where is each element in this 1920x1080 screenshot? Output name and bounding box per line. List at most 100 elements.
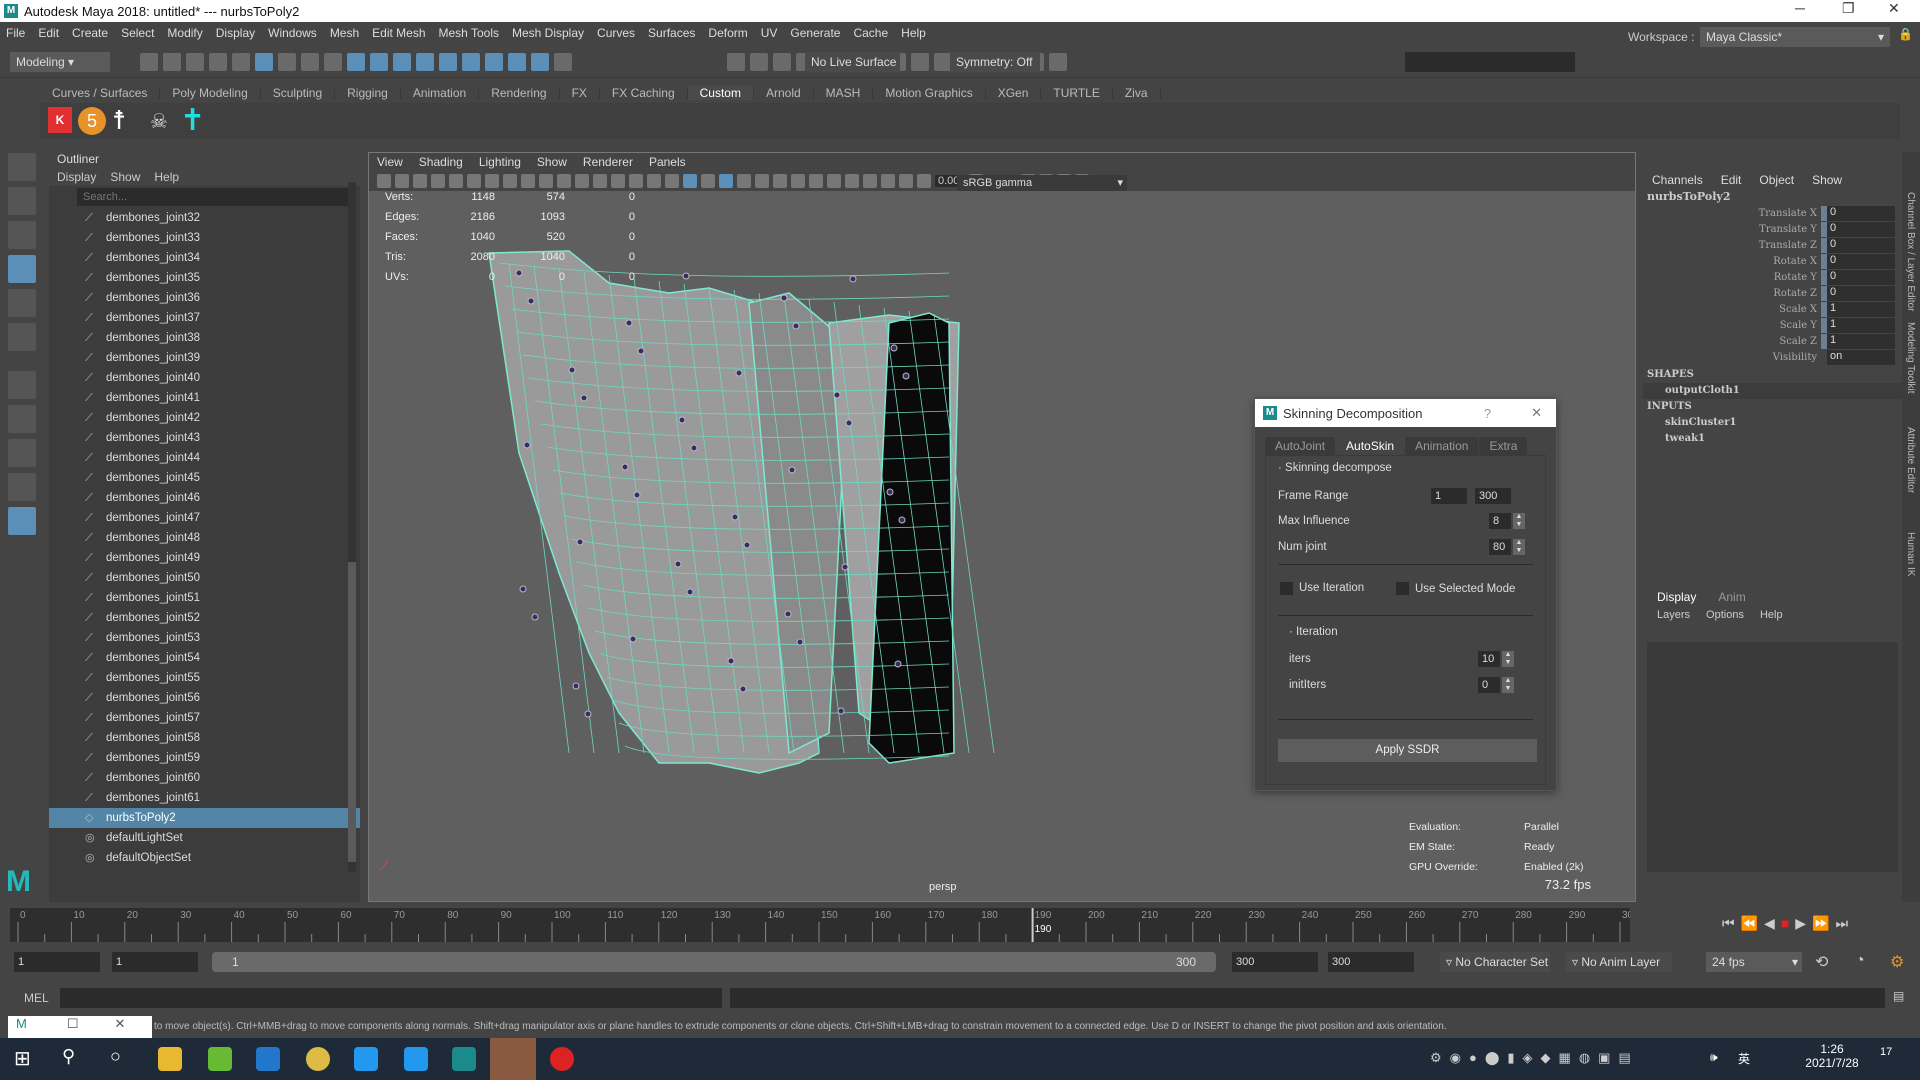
shelf-tab-motion-graphics[interactable]: Motion Graphics [873,86,986,100]
channel-value[interactable]: 0 [1827,269,1895,285]
tab-autoskin[interactable]: AutoSkin [1336,437,1406,455]
clock[interactable]: 1:26 2021/7/28 [1800,1042,1864,1070]
menu-modify[interactable]: Modify [167,26,202,40]
symmetry-dropdown[interactable]: Symmetry: Off [950,52,1040,72]
volume-icon[interactable]: 🕪 [1710,1050,1718,1065]
shelf-tab-sculpting[interactable]: Sculpting [261,86,336,100]
toolbar-icon[interactable] [416,53,434,71]
layers-menu[interactable]: Layers [1657,609,1690,621]
inititers-input[interactable]: 0 [1478,677,1500,693]
joint-marker[interactable] [686,588,694,596]
joint-marker[interactable] [849,275,857,283]
outliner-item[interactable]: ⟋ dembones_joint32 [49,208,360,228]
channel-row[interactable]: Scale X 1 [1643,301,1902,317]
joint-marker[interactable] [845,419,853,427]
two-view-icon[interactable] [8,473,36,501]
outliner-item[interactable]: ⟋ dembones_joint35 [49,268,360,288]
playback-start-field[interactable]: 1 [112,952,198,972]
workspace-dropdown[interactable]: Maya Classic* ▾ [1700,27,1890,47]
mel-label[interactable]: MEL [24,991,49,1005]
last-tool-icon[interactable] [8,371,36,399]
toolbar-icon[interactable] [324,53,342,71]
toolbar-icon[interactable] [773,53,791,71]
outliner-item[interactable]: ⟋ dembones_joint45 [49,468,360,488]
outliner-item[interactable]: ⟋ dembones_joint47 [49,508,360,528]
joint-marker[interactable] [621,463,629,471]
menu-windows[interactable]: Windows [268,26,317,40]
menu-file[interactable]: File [6,26,25,40]
app-icon[interactable] [404,1047,428,1071]
scale-tool-icon[interactable] [8,323,36,351]
menu-mesh-tools[interactable]: Mesh Tools [439,26,499,40]
time-slider[interactable]: 0 10 20 30 40 50 60 70 80 90 100 110 120 130 140 150 160… [10,908,1630,942]
shelf-tab-animation[interactable]: Animation [401,86,480,100]
channel-value[interactable]: 0 [1827,221,1895,237]
menu-curves[interactable]: Curves [597,26,635,40]
channel-row[interactable]: Rotate X 0 [1643,253,1902,269]
joint-marker[interactable] [833,391,841,399]
joint-marker[interactable] [572,682,580,690]
channel-menu-edit[interactable]: Edit [1721,173,1742,187]
character-set-dropdown[interactable]: ▿ No Character Set [1440,952,1550,972]
menu-mesh-display[interactable]: Mesh Display [512,26,584,40]
joint-marker[interactable] [886,488,894,496]
channel-value[interactable]: 0 [1827,205,1895,221]
minimized-window[interactable]: M ☐ ✕ [8,1016,152,1038]
channel-value[interactable]: 0 [1827,237,1895,253]
outliner-menu-show[interactable]: Show [110,170,140,184]
system-tray[interactable]: ⚙◉●⬤▮◈◆▦◍▣▤ [1430,1050,1639,1066]
channel-row[interactable]: Translate X 0 [1643,205,1902,221]
notification-badge[interactable]: 17 [1880,1046,1892,1058]
toolbar-icon[interactable] [911,53,929,71]
ime-indicator[interactable]: 英 [1738,1050,1750,1067]
section-iteration[interactable]: Iteration [1296,626,1338,638]
skeleton-tool-icon[interactable]: ☨ [112,105,126,136]
section-skinning-decompose[interactable]: Skinning decompose [1285,462,1392,474]
outliner-item[interactable]: ⟋ dembones_joint36 [49,288,360,308]
outliner-item[interactable]: ⟋ dembones_joint43 [49,428,360,448]
joint-marker[interactable] [629,635,637,643]
playback-controls[interactable]: ⏮⏪◀■▶⏩⏭ [1722,915,1854,932]
joint-marker[interactable] [784,610,792,618]
script-editor-icon[interactable]: ▤ [1893,989,1904,1003]
app-icon[interactable] [354,1047,378,1071]
joint-marker[interactable] [674,560,682,568]
shelf-tab-arnold[interactable]: Arnold [754,86,814,100]
input-item[interactable]: tweak1 [1643,431,1902,447]
channel-row[interactable]: Translate Z 0 [1643,237,1902,253]
outliner-item[interactable]: ⟋ dembones_joint42 [49,408,360,428]
channel-value[interactable]: 1 [1827,317,1895,333]
outliner-item[interactable]: ⟋ dembones_joint59 [49,748,360,768]
shelf-tab-rendering[interactable]: Rendering [479,86,560,100]
shelf-tab-poly-modeling[interactable]: Poly Modeling [160,86,261,100]
toolbar-icon[interactable] [301,53,319,71]
joint-marker[interactable] [580,394,588,402]
outliner-item[interactable]: ⟋ dembones_joint60 [49,768,360,788]
menu-mesh[interactable]: Mesh [330,26,359,40]
outliner-item[interactable]: ◇ nurbsToPoly2 [49,808,360,828]
single-perspective-icon[interactable] [8,405,36,433]
menu-cache[interactable]: Cache [853,26,888,40]
joint-marker[interactable] [796,638,804,646]
joint-marker[interactable] [894,660,902,668]
minimize-button[interactable]: ─ [1795,0,1805,16]
start-time-field[interactable]: 1 [14,952,100,972]
channel-row[interactable]: Rotate Z 0 [1643,285,1902,301]
toolbar-icon[interactable] [485,53,503,71]
range-slider[interactable]: 1 300 [212,952,1216,972]
outliner-item[interactable]: ⟋ dembones_joint56 [49,688,360,708]
tab-channel-box[interactable]: Channel Box / Layer Editor [1905,192,1916,312]
toolbar-icon[interactable] [232,53,250,71]
frame-end-input[interactable]: 300 [1475,488,1511,504]
close-button[interactable]: ✕ [1888,0,1900,17]
auto-key-icon[interactable]: ◔ [1855,952,1865,970]
toolbar-icon[interactable] [209,53,227,71]
toolbar-icon[interactable] [278,53,296,71]
four-view-icon[interactable] [8,439,36,467]
joint-marker[interactable] [584,710,592,718]
app-icon[interactable] [256,1047,280,1071]
paint-select-icon[interactable] [8,221,36,249]
outliner-item[interactable]: ⟋ dembones_joint49 [49,548,360,568]
outliner-item[interactable]: ⟋ dembones_joint44 [49,448,360,468]
rotate-tool-icon[interactable] [8,289,36,317]
